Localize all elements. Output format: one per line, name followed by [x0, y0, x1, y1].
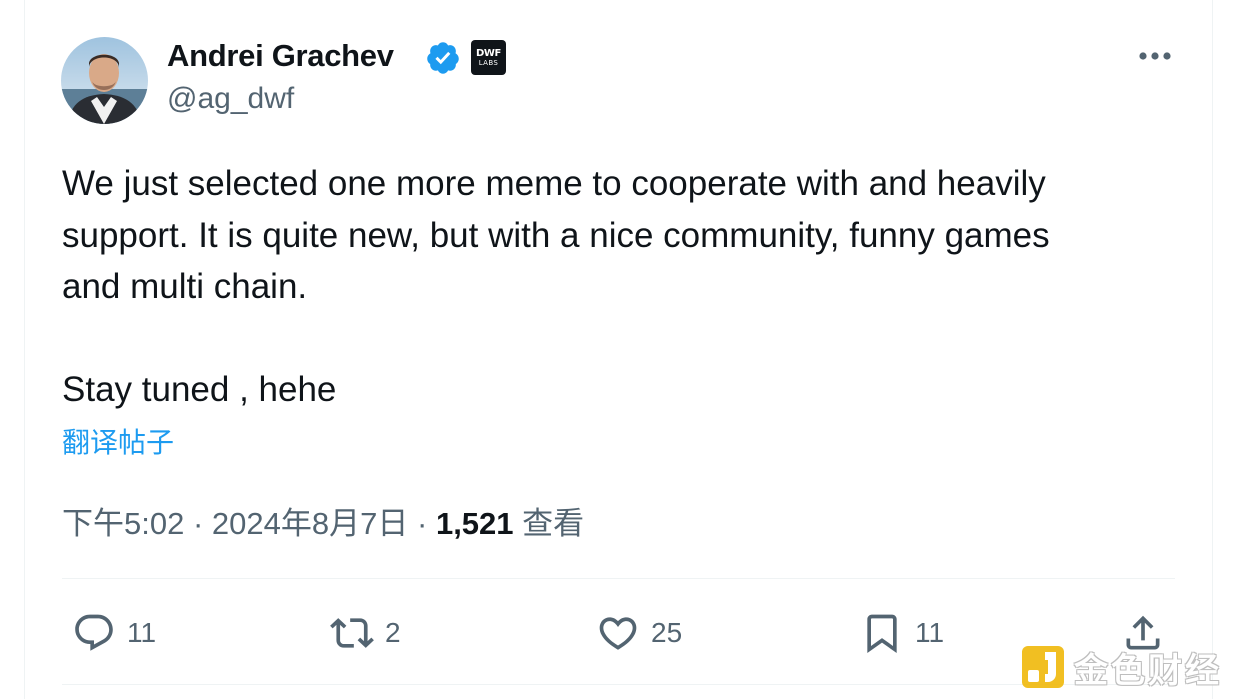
views-count: 1,521: [435, 506, 514, 541]
tweet-closing-line: Stay tuned , hehe: [62, 370, 337, 409]
meta-separator: ·: [417, 506, 428, 541]
views-label: 查看: [522, 506, 585, 541]
like-button[interactable]: 25: [596, 608, 682, 658]
author-handle[interactable]: @ag_dwf: [167, 82, 294, 116]
retweet-count: 2: [385, 617, 401, 648]
avatar[interactable]: [61, 37, 148, 124]
retweet-button[interactable]: 2: [330, 608, 401, 658]
heart-icon: [599, 617, 637, 650]
tweet-line: We just selected one more meme to cooper…: [62, 164, 1046, 203]
meta-separator: ·: [192, 506, 204, 541]
divider: [62, 684, 1175, 685]
tweet-date[interactable]: 2024年8月7日: [212, 506, 408, 541]
translate-post-link[interactable]: 翻译帖子: [62, 421, 174, 461]
retweet-icon: [330, 618, 374, 648]
verified-badge-icon: [427, 42, 459, 74]
tweet-time[interactable]: 下午5:02: [62, 506, 184, 541]
watermark-text: 金色财经: [1074, 651, 1222, 690]
org-badge-line2: LABS: [478, 58, 499, 67]
reply-button[interactable]: 11: [72, 608, 156, 658]
bookmark-count: 11: [915, 617, 945, 648]
reply-count: 11: [127, 617, 157, 648]
bookmark-button[interactable]: 11: [860, 608, 944, 658]
tweet-line: support. It is quite new, but with a nic…: [62, 215, 1050, 255]
reply-icon: [75, 614, 113, 651]
timeline-border-left: [24, 0, 25, 699]
tweet-line: and multi chain.: [62, 267, 308, 306]
divider: [62, 578, 1175, 579]
like-count: 25: [651, 617, 683, 648]
bookmark-icon: [867, 614, 897, 654]
timeline-border-right: [1212, 0, 1213, 699]
author-name[interactable]: Andrei Grachev: [167, 38, 394, 74]
tweet-text: We just selected one more meme to cooper…: [62, 158, 1192, 416]
more-options-icon[interactable]: [1136, 45, 1174, 67]
tweet-meta: 下午5:02 · 2024年8月7日 · 1,521 查看: [62, 498, 584, 543]
jinse-logo-icon: [1022, 646, 1064, 688]
watermark: 金色财经: [1020, 638, 1248, 696]
org-badge-line1: DWF: [476, 47, 501, 59]
org-affiliation-badge[interactable]: DWF LABS: [471, 40, 506, 75]
